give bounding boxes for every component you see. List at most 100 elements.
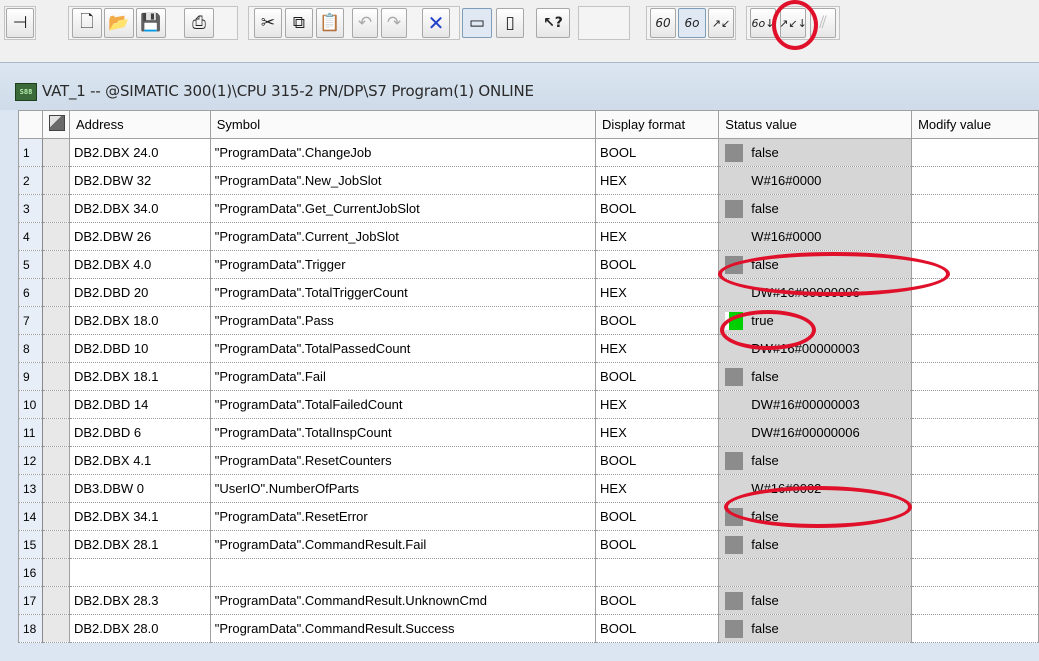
status-value-header[interactable]: Status value — [718, 110, 913, 139]
display-format-cell[interactable]: HEX — [595, 222, 720, 251]
symbol-cell[interactable]: "ProgramData".New_JobSlot — [209, 166, 597, 195]
undo-icon[interactable]: ↶ — [352, 8, 378, 38]
paste-icon[interactable]: 📋 — [316, 8, 344, 38]
symbol-cell[interactable]: "ProgramData".Pass — [209, 306, 597, 335]
address-cell[interactable]: DB2.DBX 28.3 — [68, 586, 211, 615]
row-number[interactable]: 12 — [18, 446, 43, 475]
display-format-cell[interactable]: BOOL — [595, 446, 720, 475]
address-cell[interactable]: DB2.DBX 4.1 — [68, 446, 211, 475]
address-cell[interactable]: DB2.DBW 32 — [68, 166, 211, 195]
modify-value-cell[interactable] — [911, 418, 1039, 447]
symbol-cell[interactable]: "ProgramData".ChangeJob — [209, 138, 597, 167]
new-document-icon[interactable]: 🗋 — [72, 8, 102, 38]
modify-value-cell[interactable] — [911, 222, 1039, 251]
table-row[interactable]: 16 — [18, 558, 1039, 587]
address-cell[interactable]: DB2.DBX 24.0 — [68, 138, 211, 167]
symbol-cell[interactable]: "ProgramData".TotalTriggerCount — [209, 278, 597, 307]
modify-value-cell[interactable] — [911, 334, 1039, 363]
table-row[interactable]: 4 DB2.DBW 26 "ProgramData".Current_JobSlot… — [18, 222, 1039, 251]
row-number[interactable]: 18 — [18, 614, 43, 643]
table-row[interactable]: 9 DB2.DBX 18.1 "ProgramData".Fail BOOL false — [18, 362, 1039, 391]
display-format-cell[interactable]: BOOL — [595, 362, 720, 391]
modify-immediately-icon[interactable]: ↗↙↓ — [779, 8, 807, 38]
address-cell[interactable]: DB2.DBX 18.0 — [68, 306, 211, 335]
display-format-cell[interactable]: BOOL — [595, 586, 720, 615]
table-row[interactable]: 11 DB2.DBD 6 "ProgramData".TotalInspCount H… — [18, 418, 1039, 447]
modify-variable-icon[interactable]: ↗↙ — [708, 8, 734, 38]
table-row[interactable]: 3 DB2.DBX 34.0 "ProgramData".Get_CurrentJo… — [18, 194, 1039, 223]
display-format-cell[interactable]: HEX — [595, 418, 720, 447]
display-format-header[interactable]: Display format — [595, 110, 720, 139]
display-format-cell[interactable]: HEX — [595, 166, 720, 195]
row-number[interactable]: 8 — [18, 334, 43, 363]
modify-value-cell[interactable] — [911, 278, 1039, 307]
flag-column-header[interactable] — [41, 110, 70, 139]
display-format-cell[interactable]: HEX — [595, 334, 720, 363]
display-format-cell[interactable]: BOOL — [595, 138, 720, 167]
row-number[interactable]: 2 — [18, 166, 43, 195]
redo-icon[interactable]: ↷ — [381, 8, 407, 38]
copy-icon[interactable]: ⧉ — [285, 8, 313, 38]
monitor-immediately-icon[interactable]: 6o↓ — [750, 8, 776, 38]
address-cell[interactable]: DB2.DBD 10 — [68, 334, 211, 363]
table-row[interactable]: 12 DB2.DBX 4.1 "ProgramData".ResetCounters… — [18, 446, 1039, 475]
table-row[interactable]: 17 DB2.DBX 28.3 "ProgramData".CommandResul… — [18, 586, 1039, 615]
row-number[interactable]: 15 — [18, 530, 43, 559]
row-number[interactable]: 7 — [18, 306, 43, 335]
address-cell[interactable]: DB2.DBX 18.1 — [68, 362, 211, 391]
symbol-cell[interactable]: "ProgramData".ResetCounters — [209, 446, 597, 475]
row-number[interactable]: 9 — [18, 362, 43, 391]
row-number[interactable]: 1 — [18, 138, 43, 167]
help-icon[interactable]: ↖? — [536, 8, 570, 38]
symbol-cell[interactable]: "ProgramData".Get_CurrentJobSlot — [209, 194, 597, 223]
modify-value-cell[interactable] — [911, 586, 1039, 615]
address-cell[interactable]: DB2.DBX 34.0 — [68, 194, 211, 223]
symbol-header[interactable]: Symbol — [209, 110, 597, 139]
delete-icon[interactable]: ✕ — [422, 8, 450, 38]
force-icon[interactable]: ⫽ — [810, 8, 836, 38]
address-cell[interactable]: DB2.DBD 14 — [68, 390, 211, 419]
address-cell[interactable]: DB2.DBD 6 — [68, 418, 211, 447]
display-format-cell[interactable]: HEX — [595, 390, 720, 419]
symbol-cell[interactable]: "ProgramData".Trigger — [209, 250, 597, 279]
modify-value-cell[interactable] — [911, 446, 1039, 475]
symbol-cell[interactable] — [209, 558, 597, 587]
symbol-cell[interactable]: "ProgramData".Current_JobSlot — [209, 222, 597, 251]
display-format-cell[interactable]: HEX — [595, 278, 720, 307]
address-cell[interactable]: DB2.DBX 28.1 — [68, 530, 211, 559]
address-header[interactable]: Address — [68, 110, 211, 139]
save-icon[interactable]: 💾 — [136, 8, 166, 38]
address-cell[interactable]: DB2.DBX 4.0 — [68, 250, 211, 279]
display-format-cell[interactable]: BOOL — [595, 614, 720, 643]
symbol-cell[interactable]: "ProgramData".ResetError — [209, 502, 597, 531]
modify-value-cell[interactable] — [911, 138, 1039, 167]
monitor-variable-icon[interactable]: 60 — [650, 8, 676, 38]
table-row[interactable]: 14 DB2.DBX 34.1 "ProgramData".ResetError BO… — [18, 502, 1039, 531]
address-cell[interactable]: DB3.DBW 0 — [68, 474, 211, 503]
row-number[interactable]: 3 — [18, 194, 43, 223]
modify-value-cell[interactable] — [911, 474, 1039, 503]
symbol-cell[interactable]: "ProgramData".TotalPassedCount — [209, 334, 597, 363]
display-format-cell[interactable]: BOOL — [595, 530, 720, 559]
symbol-cell[interactable]: "ProgramData".TotalInspCount — [209, 418, 597, 447]
address-cell[interactable]: DB2.DBX 28.0 — [68, 614, 211, 643]
symbol-cell[interactable]: "ProgramData".CommandResult.Success — [209, 614, 597, 643]
modify-value-cell[interactable] — [911, 502, 1039, 531]
monitor-trigger-icon[interactable]: 6o — [678, 8, 706, 38]
table-row[interactable]: 7 DB2.DBX 18.0 "ProgramData".Pass BOOL true — [18, 306, 1039, 335]
symbol-cell[interactable]: "ProgramData".CommandResult.UnknownCmd — [209, 586, 597, 615]
modify-value-cell[interactable] — [911, 166, 1039, 195]
modify-value-header[interactable]: Modify value — [911, 110, 1039, 139]
plc-icon[interactable]: ▯ — [496, 8, 524, 38]
print-icon[interactable]: ⎙ — [184, 8, 214, 38]
display-format-cell[interactable]: BOOL — [595, 306, 720, 335]
table-row[interactable]: 6 DB2.DBD 20 "ProgramData".TotalTriggerCou… — [18, 278, 1039, 307]
table-row[interactable]: 5 DB2.DBX 4.0 "ProgramData".Trigger BOOL fal… — [18, 250, 1039, 279]
display-format-cell[interactable] — [595, 558, 720, 587]
address-cell[interactable]: DB2.DBX 34.1 — [68, 502, 211, 531]
modify-value-cell[interactable] — [911, 530, 1039, 559]
table-row[interactable]: 8 DB2.DBD 10 "ProgramData".TotalPassedCoun… — [18, 334, 1039, 363]
monitor-pc-icon[interactable]: ▭ — [462, 8, 492, 38]
modify-value-cell[interactable] — [911, 614, 1039, 643]
display-format-cell[interactable]: BOOL — [595, 194, 720, 223]
